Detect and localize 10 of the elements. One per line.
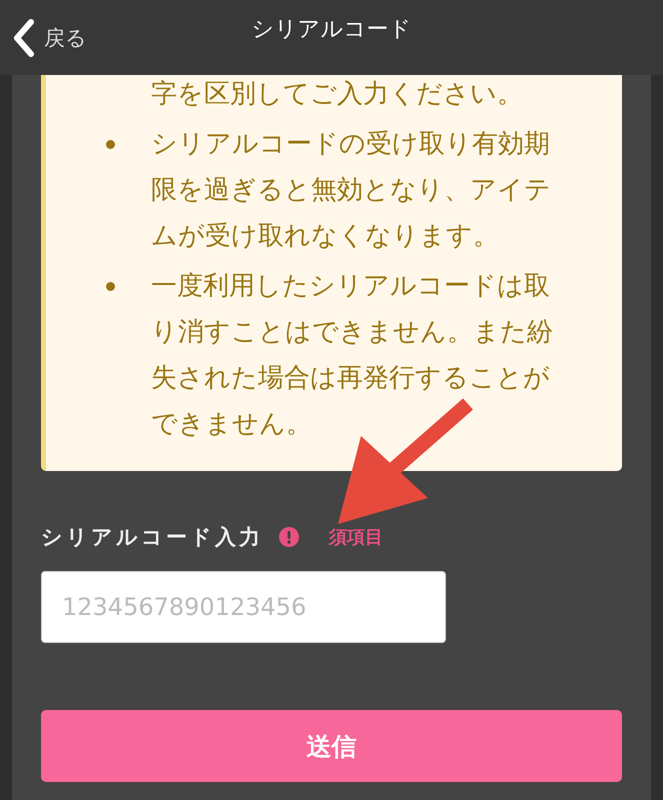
required-label: 須項目 xyxy=(329,526,383,549)
back-button[interactable]: 戻る xyxy=(0,18,87,56)
notice-text: シリアルコードの受け取り有効期限を過ぎると無効となり、アイテムが受け取れなくなります。 xyxy=(151,128,552,253)
serial-code-field[interactable]: 1234567890123456 xyxy=(41,571,446,643)
field-label: シリアルコード入力 xyxy=(41,524,263,551)
exclamation-icon xyxy=(279,527,299,547)
back-chevron-icon xyxy=(12,18,36,56)
screen-title: シリアルコード xyxy=(252,16,412,44)
notice-text: 字を区別してご入力ください。 xyxy=(151,78,524,111)
notice-text: 一度利用したシリアルコードは取り消すことはできません。また紛失された場合は再発行することができません。 xyxy=(151,270,554,441)
